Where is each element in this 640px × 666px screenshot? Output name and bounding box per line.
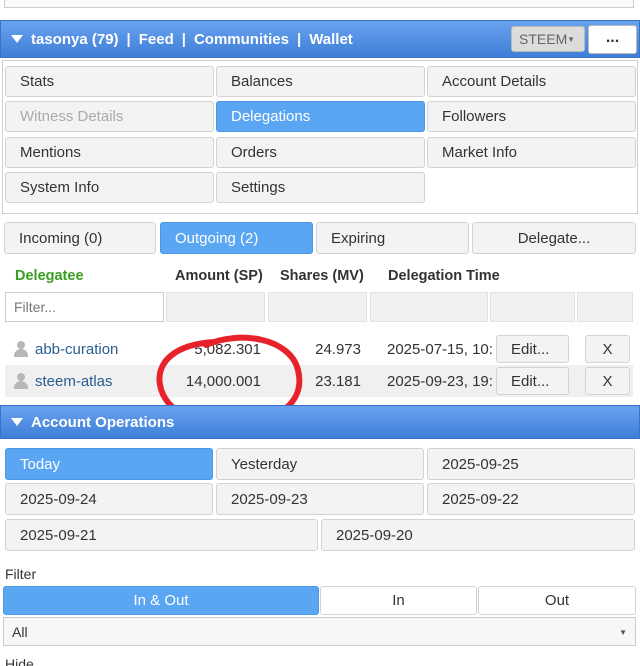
column-header-delegatee[interactable]: Delegatee [15, 268, 84, 284]
shares-cell: 24.973 [315, 340, 361, 358]
menu-delegations[interactable]: Delegations [216, 101, 425, 132]
user-icon [14, 373, 28, 389]
date-button[interactable]: 2025-09-20 [321, 519, 635, 551]
column-header-delegation-time[interactable]: Delegation Time [388, 268, 500, 284]
account-operations-header[interactable]: Account Operations [0, 405, 640, 439]
top-nav-bar: tasonya (79) | Feed | Communities | Wall… [0, 20, 640, 58]
remove-delegation-button[interactable]: X [585, 335, 630, 363]
account-operations-title: Account Operations [31, 413, 175, 431]
filter-cell [490, 292, 575, 322]
menu-system-info[interactable]: System Info [5, 172, 214, 203]
column-header-shares[interactable]: Shares (MV) [280, 268, 364, 284]
menu-balances[interactable]: Balances [216, 66, 425, 97]
filter-cell [268, 292, 367, 322]
nav-separator: | [296, 30, 302, 48]
filter-cell [166, 292, 265, 322]
date-yesterday[interactable]: Yesterday [216, 448, 424, 480]
remove-delegation-button[interactable]: X [585, 367, 630, 395]
date-button[interactable]: 2025-09-24 [5, 483, 213, 515]
dropdown-arrow-icon: ▼ [619, 628, 627, 637]
menu-followers[interactable]: Followers [427, 101, 636, 132]
amount-cell: 14,000.001 [185, 372, 261, 390]
delegation-time-cell: 2025-07-15, 10: [387, 340, 493, 358]
table-row: steem-atlas 14,000.001 23.181 2025-09-23… [5, 365, 633, 397]
date-today[interactable]: Today [5, 448, 213, 480]
top-panel-edge [4, 0, 634, 8]
amount-cell: 5,082.301 [194, 340, 261, 358]
account-name-link[interactable]: tasonya (79) [31, 31, 119, 48]
collapse-triangle-icon[interactable] [11, 35, 23, 43]
menu-orders[interactable]: Orders [216, 137, 425, 168]
delegate-button[interactable]: Delegate... [472, 222, 636, 254]
nav-wallet-link[interactable]: Wallet [309, 31, 353, 48]
currency-select-value: STEEM [519, 31, 568, 47]
tab-outgoing[interactable]: Outgoing (2) [160, 222, 313, 254]
menu-mentions[interactable]: Mentions [5, 137, 214, 168]
menu-stats[interactable]: Stats [5, 66, 214, 97]
menu-settings[interactable]: Settings [216, 172, 425, 203]
filter-in-tab[interactable]: In [320, 586, 477, 615]
nav-separator: | [181, 30, 186, 48]
date-button[interactable]: 2025-09-23 [216, 483, 424, 515]
hide-label: Hide [5, 656, 34, 666]
collapse-triangle-icon [11, 418, 23, 426]
delegatee-link[interactable]: steem-atlas [35, 365, 113, 397]
user-icon [14, 341, 28, 357]
table-row: abb-curation 5,082.301 24.973 2025-07-15… [5, 333, 633, 365]
delegation-time-cell: 2025-09-23, 19: [387, 372, 493, 390]
filter-out-tab[interactable]: Out [478, 586, 636, 615]
date-button[interactable]: 2025-09-25 [427, 448, 635, 480]
edit-delegation-button[interactable]: Edit... [496, 335, 569, 363]
dropdown-arrow-icon: ▼ [567, 35, 575, 44]
filter-cell [370, 292, 488, 322]
menu-panel: Stats Balances Account Details Witness D… [2, 60, 638, 214]
nav-communities-link[interactable]: Communities [194, 31, 289, 48]
filter-cell [577, 292, 633, 322]
shares-cell: 23.181 [315, 372, 361, 390]
tab-incoming[interactable]: Incoming (0) [4, 222, 156, 254]
column-header-amount[interactable]: Amount (SP) [175, 268, 263, 284]
delegatee-filter-input[interactable]: Filter... [5, 292, 164, 322]
menu-market-info[interactable]: Market Info [427, 137, 636, 168]
more-options-button[interactable]: ... [588, 25, 637, 54]
operation-type-select-value: All [12, 623, 28, 640]
delegatee-link[interactable]: abb-curation [35, 333, 118, 365]
nav-feed-link[interactable]: Feed [139, 31, 174, 48]
date-button[interactable]: 2025-09-21 [5, 519, 318, 551]
operation-type-select[interactable]: All ▼ [3, 617, 636, 646]
tab-expiring[interactable]: Expiring [316, 222, 469, 254]
menu-account-details[interactable]: Account Details [427, 66, 636, 97]
currency-select[interactable]: STEEM ▼ [511, 26, 585, 52]
date-button[interactable]: 2025-09-22 [427, 483, 635, 515]
filter-in-out-tab[interactable]: In & Out [3, 586, 319, 615]
nav-separator: | [126, 30, 131, 48]
menu-witness-details: Witness Details [5, 101, 214, 132]
edit-delegation-button[interactable]: Edit... [496, 367, 569, 395]
filter-label: Filter [5, 566, 37, 582]
